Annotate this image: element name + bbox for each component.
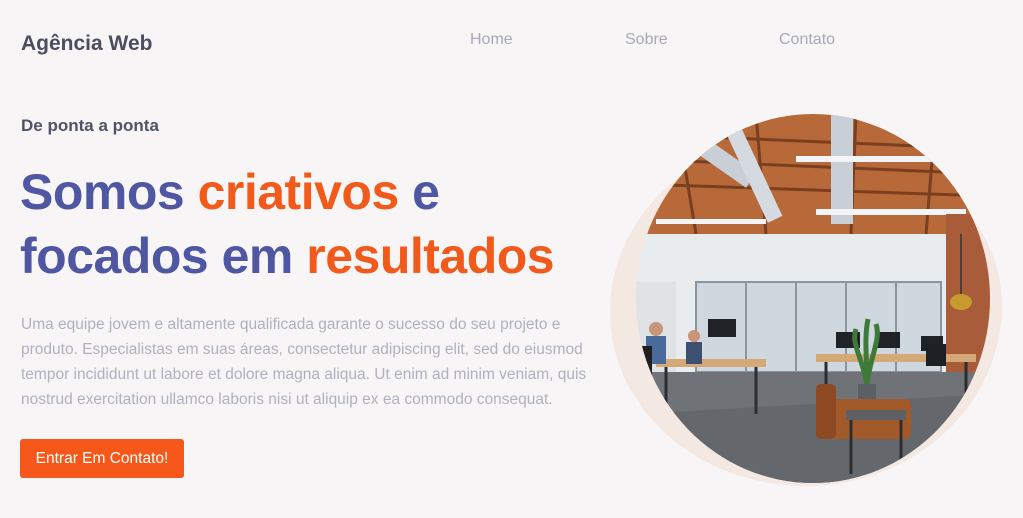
- nav-link-contato[interactable]: Contato: [779, 31, 835, 49]
- hero-eyebrow: De ponta a ponta: [21, 116, 159, 135]
- headline-accent: criativos: [197, 164, 400, 220]
- headline-part: focados em: [20, 228, 307, 284]
- contact-button[interactable]: Entrar Em Contato!: [20, 439, 184, 478]
- site-header: Agência Web Home Sobre Contato: [0, 0, 1023, 88]
- nav-link-home[interactable]: Home: [470, 31, 513, 49]
- headline-part: e: [398, 164, 440, 220]
- hero-description: Uma equipe jovem e altamente qualificada…: [21, 316, 587, 408]
- headline-accent: resultados: [306, 228, 555, 284]
- site-logo[interactable]: Agência Web: [21, 32, 152, 56]
- headline-part: Somos: [20, 164, 198, 220]
- office-photo: [636, 114, 990, 483]
- nav-link-sobre[interactable]: Sobre: [625, 31, 668, 49]
- hero-headline: Somos criativos e focados em resultados: [20, 160, 620, 288]
